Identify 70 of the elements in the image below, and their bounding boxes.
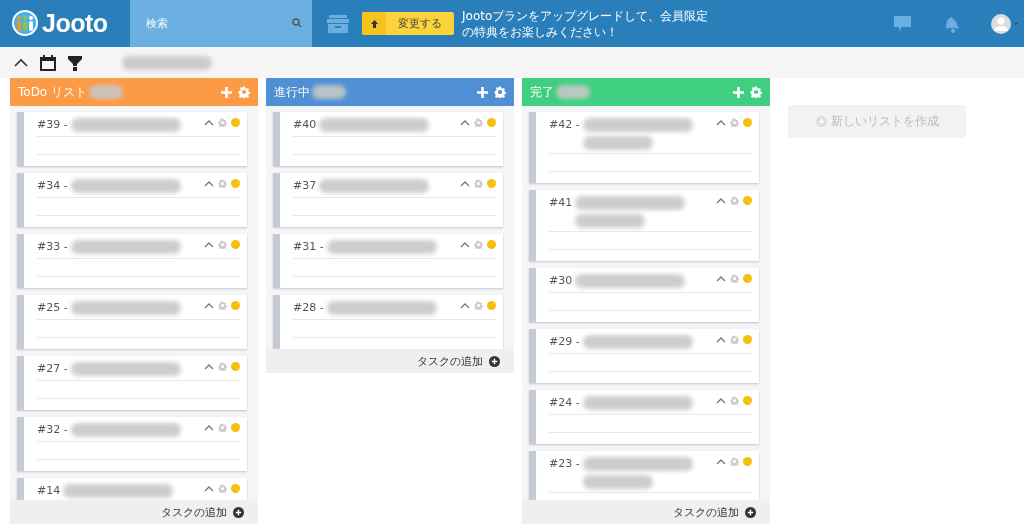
status-dot (487, 301, 496, 310)
task-title: #27 - (37, 361, 68, 377)
task-title: #37 (293, 178, 317, 194)
task-title: #25 - (37, 300, 68, 316)
task-title: #14 (37, 483, 61, 499)
status-dot (231, 423, 240, 432)
task-title: #23 - (549, 456, 580, 472)
logo-text: Jooto (42, 9, 108, 38)
task-title: #28 - (293, 300, 324, 316)
chevron-up-icon[interactable] (14, 58, 28, 67)
add-task-button[interactable]: タスクの追加 (522, 500, 770, 524)
status-dot (743, 196, 752, 205)
calendar-icon[interactable] (40, 54, 56, 71)
status-dot (743, 335, 752, 344)
status-dot (231, 118, 240, 127)
blurred-text (582, 136, 653, 150)
task-title: #32 - (37, 422, 68, 438)
status-dot (487, 179, 496, 188)
plus-circle-icon (233, 506, 244, 518)
add-task-button[interactable]: タスクの追加 (10, 500, 258, 524)
logo-icon (10, 8, 40, 39)
task-title: #42 - (549, 117, 580, 133)
status-dot (231, 240, 240, 249)
status-dot (231, 301, 240, 310)
arrow-up-icon (370, 19, 378, 28)
status-dot (487, 118, 496, 127)
list-title: 進行中 (274, 83, 310, 101)
task-title: #39 - (37, 117, 68, 133)
status-dot (231, 362, 240, 371)
settings-icon[interactable] (494, 86, 506, 98)
upgrade-button[interactable]: 変更する (362, 12, 454, 35)
settings-icon[interactable] (238, 86, 250, 98)
search-icon[interactable] (292, 18, 302, 28)
status-dot (743, 274, 752, 283)
promo-text: Jootoプランをアップグレードして、会員限定 (462, 7, 709, 24)
task-title: #40 (293, 117, 317, 133)
plus-icon[interactable] (733, 86, 744, 98)
task-title: #34 - (37, 178, 68, 194)
status-dot (231, 484, 240, 493)
task-title: #31 - (293, 239, 324, 255)
plus-circle-icon (489, 355, 500, 367)
archive-box-icon[interactable] (326, 13, 350, 34)
plus-icon[interactable] (477, 86, 488, 98)
task-title: #33 - (37, 239, 68, 255)
list-title: ToDo リスト (18, 83, 88, 101)
blurred-text (89, 85, 124, 99)
add-task-button[interactable]: タスクの追加 (266, 349, 514, 373)
status-dot (743, 457, 752, 466)
promo-text: の特典をお楽しみください！ (462, 23, 619, 40)
filter-icon[interactable] (68, 54, 82, 71)
status-dot (487, 240, 496, 249)
task-title: #30 (549, 273, 573, 289)
blurred-text (312, 85, 346, 99)
blurred-text (556, 85, 590, 99)
status-dot (231, 179, 240, 188)
status-dot (743, 118, 752, 127)
plus-circle-icon (815, 116, 827, 127)
task-title: #41 (549, 195, 573, 211)
blurred-text (575, 214, 646, 228)
avatar-icon[interactable] (990, 12, 1018, 35)
search-field[interactable]: 検索 (130, 0, 312, 47)
plus-circle-icon (745, 506, 756, 518)
chat-icon[interactable] (893, 15, 912, 32)
status-dot (743, 396, 752, 405)
list-title: 完了 (530, 83, 554, 101)
plus-icon[interactable] (221, 86, 232, 98)
task-title: #29 - (549, 334, 580, 350)
settings-icon[interactable] (750, 86, 762, 98)
task-title: #24 - (549, 395, 580, 411)
blurred-text (582, 475, 653, 489)
